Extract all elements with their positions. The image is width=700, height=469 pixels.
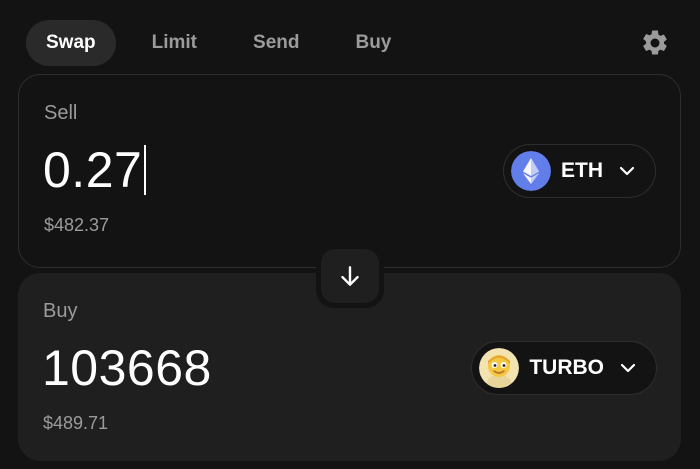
buy-usd-value: $489.71 <box>43 413 109 433</box>
buy-token-symbol: TURBO <box>529 356 604 379</box>
arrow-down-icon <box>341 266 359 286</box>
sell-label: Sell <box>44 102 78 124</box>
switch-tokens-button[interactable] <box>321 249 379 303</box>
chevron-down-icon <box>620 363 636 373</box>
tab-limit[interactable]: Limit <box>132 20 217 66</box>
tab-swap[interactable]: Swap <box>26 20 116 66</box>
buy-amount-value: 103668 <box>42 340 212 396</box>
tab-buy[interactable]: Buy <box>335 20 411 66</box>
swap-widget: Swap Limit Send Buy Sell 0.27 $482.37 ET… <box>0 0 700 469</box>
buy-token-selector[interactable]: TURBO <box>471 341 657 395</box>
buy-label: Buy <box>43 300 78 322</box>
sell-token-selector[interactable]: ETH <box>503 144 656 198</box>
chevron-down-icon <box>619 166 635 176</box>
sell-token-symbol: ETH <box>561 159 603 182</box>
eth-logo-icon <box>511 151 551 191</box>
gear-icon[interactable] <box>640 28 670 58</box>
sell-usd-value: $482.37 <box>44 215 110 235</box>
text-cursor <box>144 145 147 195</box>
turbo-logo-icon <box>479 348 520 388</box>
switch-container <box>316 244 384 308</box>
sell-amount-value: 0.27 <box>43 142 143 198</box>
swap-tabs: Swap Limit Send Buy <box>26 20 427 66</box>
sell-panel: Sell 0.27 $482.37 ETH <box>18 74 681 268</box>
tab-send[interactable]: Send <box>233 20 319 66</box>
sell-amount-input[interactable]: 0.27 <box>43 141 147 199</box>
buy-amount-input[interactable]: 103668 <box>42 339 212 397</box>
